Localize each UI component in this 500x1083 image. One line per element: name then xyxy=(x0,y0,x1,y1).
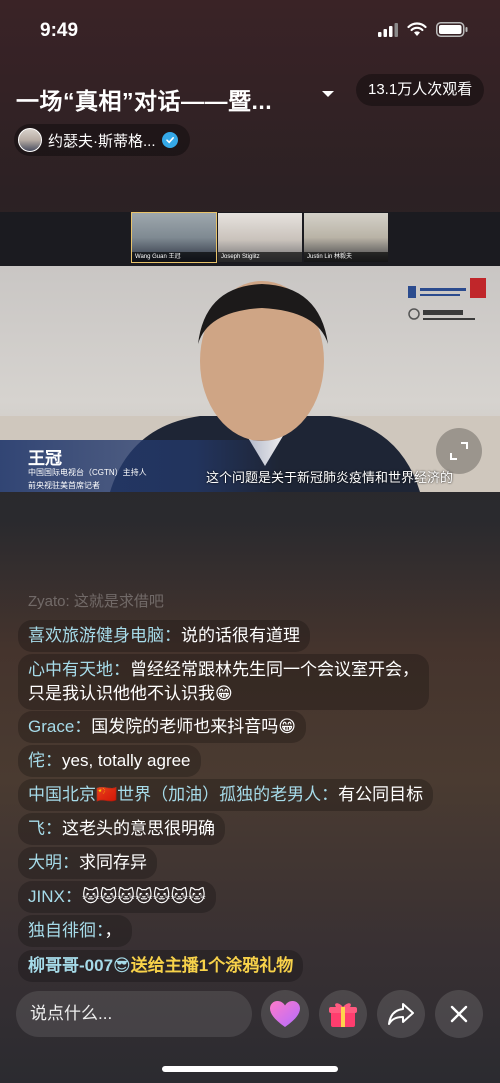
chat-text: 曾经经常跟林先生同一个会议室开会， xyxy=(130,660,419,679)
verified-badge-icon xyxy=(161,132,178,148)
chat-message[interactable]: 中国北京🇨🇳世界（加油）孤独的老男人：有公同目标 xyxy=(18,779,434,811)
fullscreen-icon xyxy=(450,442,468,460)
host-avatar[interactable] xyxy=(18,128,42,152)
close-button[interactable] xyxy=(435,990,483,1038)
gift-button[interactable] xyxy=(319,990,367,1038)
status-time: 9:49 xyxy=(40,20,79,41)
chat-message[interactable]: 独自徘徊：， xyxy=(18,915,132,947)
chat-username[interactable]: 中国北京🇨🇳世界（加油）孤独的老男人： xyxy=(28,785,338,804)
close-icon xyxy=(450,1005,468,1023)
thumbnail-speaker-3[interactable]: Justin Lin 林毅夫 xyxy=(304,213,388,262)
video-subtitle: 这个问题是关于新冠肺炎疫情和世界经济的 xyxy=(206,470,454,485)
thumbnail-speaker-1[interactable]: Wang Guan 王冠 xyxy=(131,212,217,263)
chat-username[interactable]: 大明： xyxy=(28,853,79,872)
like-button[interactable] xyxy=(261,990,309,1038)
viewer-count-badge[interactable]: 13.1万人次观看 xyxy=(356,74,485,106)
speaker-title-line-2: 前央视驻美首席记者 xyxy=(28,481,100,490)
speaker-title-line-1: 中国国际电视台（CGTN）主持人 xyxy=(28,468,147,477)
chat-username[interactable]: 侘： xyxy=(28,751,62,770)
cellular-signal-icon xyxy=(378,22,398,37)
logo-icon xyxy=(408,278,486,320)
comment-input[interactable]: 说点什么... xyxy=(16,991,252,1037)
host-name: 约瑟夫·斯蒂格... xyxy=(48,132,156,150)
host-info-pill[interactable]: 约瑟夫·斯蒂格... xyxy=(14,124,190,156)
chat-message[interactable]: JINX：🐱🐱🐱🐱🐱🐱🐱 xyxy=(18,881,216,913)
chat-text: 国发院的老师也来抖音吗😁 xyxy=(91,717,297,736)
chat-message[interactable]: Grace：国发院的老师也来抖音吗😁 xyxy=(18,711,307,743)
share-arrow-icon xyxy=(388,1003,414,1025)
chat-username[interactable]: 飞： xyxy=(28,819,62,838)
chat-username[interactable]: Grace： xyxy=(28,717,91,736)
status-icons xyxy=(378,22,468,37)
gift-icon xyxy=(329,1003,357,1027)
chat-text: 🐱🐱🐱🐱🐱🐱🐱 xyxy=(81,887,206,906)
heart-icon xyxy=(270,1001,300,1027)
gift-message[interactable]: 柳哥哥-007😎送给主播1个涂鸦礼物 xyxy=(18,950,304,982)
chat-text-continued: 只是我认识他他不认识我😁 xyxy=(28,684,233,703)
chat-message[interactable]: 心中有天地：曾经经常跟林先生同一个会议室开会， 只是我认识他他不认识我😁 xyxy=(18,654,429,710)
battery-icon xyxy=(436,22,468,37)
fullscreen-button[interactable] xyxy=(436,428,482,474)
chat-username[interactable]: 心中有天地： xyxy=(28,660,130,679)
chat-message[interactable]: 侘：yes, totally agree xyxy=(18,745,201,777)
chat-text: 说的话很有道理 xyxy=(181,626,300,645)
chat-text: 求同存异 xyxy=(79,853,147,872)
thumbnail-caption: Joseph Stiglitz xyxy=(218,252,302,262)
thumbnail-speaker-2[interactable]: Joseph Stiglitz xyxy=(218,213,302,262)
chevron-down-icon[interactable] xyxy=(320,86,336,102)
thumbnail-caption: Wang Guan 王冠 xyxy=(132,252,216,262)
share-button[interactable] xyxy=(377,990,425,1038)
chat-text: yes, totally agree xyxy=(62,751,191,770)
faded-chat-line: Zyato: 这就是求借吧 xyxy=(28,593,164,610)
chat-message[interactable]: 喜欢旅游健身电脑：说的话很有道理 xyxy=(18,620,310,652)
chat-message[interactable]: 大明：求同存异 xyxy=(18,847,157,879)
chat-username[interactable]: 独自徘徊： xyxy=(28,921,105,940)
chat-username[interactable]: JINX： xyxy=(28,887,82,906)
speaker-name: 王冠 xyxy=(28,449,62,469)
chat-message[interactable]: 飞：这老头的意思很明确 xyxy=(18,813,225,845)
chat-username[interactable]: 喜欢旅游健身电脑： xyxy=(28,626,181,645)
chat-text: 这老头的意思很明确 xyxy=(62,819,215,838)
thumbnail-caption: Justin Lin 林毅夫 xyxy=(304,252,388,262)
live-title[interactable]: 一场“真相”对话——暨... xyxy=(16,82,272,116)
home-indicator[interactable] xyxy=(162,1066,338,1072)
wifi-icon xyxy=(407,22,427,36)
gift-username[interactable]: 柳哥哥-007😎 xyxy=(28,956,131,975)
gift-text: 送给主播1个涂鸦礼物 xyxy=(130,956,294,975)
chat-text: 有公同目标 xyxy=(338,785,424,804)
chat-text: ， xyxy=(104,921,122,940)
